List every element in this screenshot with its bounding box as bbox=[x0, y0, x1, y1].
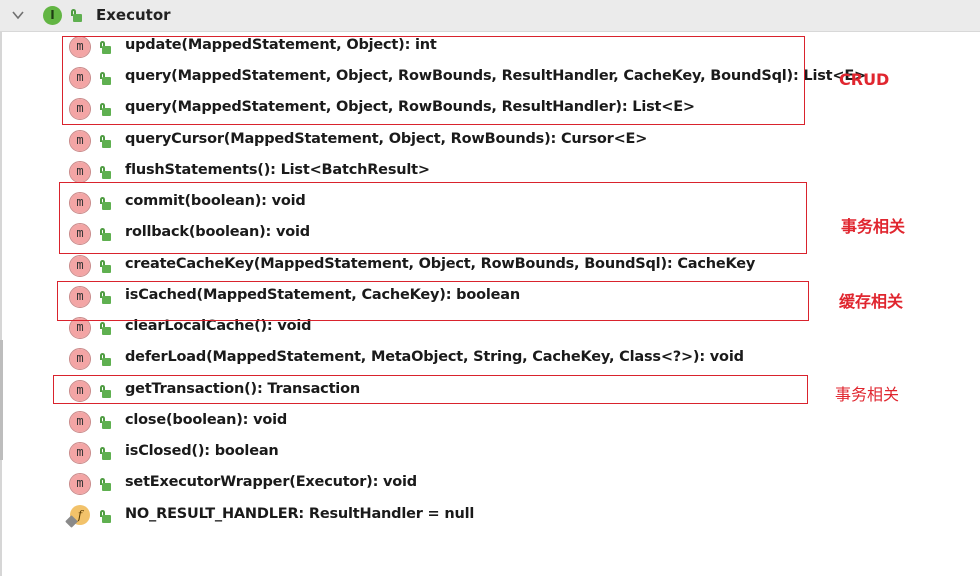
panel-scroll-marker bbox=[0, 340, 3, 460]
method-signature: close(boolean): void bbox=[125, 412, 288, 428]
transaction-highlight-box-2 bbox=[53, 375, 808, 404]
member-row[interactable]: m deferLoad(MappedStatement, MetaObject,… bbox=[66, 347, 826, 373]
transaction-highlight-box bbox=[59, 182, 807, 254]
method-signature: createCacheKey(MappedStatement, Object, … bbox=[125, 256, 756, 272]
transaction-annotation-2: 事务相关 bbox=[835, 385, 900, 404]
cache-annotation: 缓存相关 bbox=[839, 292, 904, 311]
public-lock-icon bbox=[100, 260, 111, 273]
public-lock-icon bbox=[100, 416, 111, 429]
public-lock-icon bbox=[100, 510, 111, 523]
member-row[interactable]: m setExecutorWrapper(Executor): void bbox=[66, 472, 826, 498]
chevron-down-icon[interactable] bbox=[11, 8, 25, 22]
method-signature: isClosed(): boolean bbox=[125, 443, 279, 459]
method-icon: m bbox=[69, 255, 91, 277]
public-lock-icon bbox=[100, 478, 111, 491]
public-lock-icon bbox=[100, 353, 111, 366]
method-icon: m bbox=[69, 130, 91, 152]
method-icon: m bbox=[69, 348, 91, 370]
public-lock-icon bbox=[100, 166, 111, 179]
method-icon: m bbox=[69, 161, 91, 183]
interface-title: Executor bbox=[96, 6, 171, 24]
method-icon: m bbox=[69, 442, 91, 464]
panel-border bbox=[0, 32, 2, 576]
public-lock-icon bbox=[100, 135, 111, 148]
public-lock-icon bbox=[100, 447, 111, 460]
member-row[interactable]: m close(boolean): void bbox=[66, 410, 826, 436]
public-lock-icon bbox=[100, 322, 111, 335]
crud-highlight-box bbox=[62, 36, 805, 125]
method-signature: deferLoad(MappedStatement, MetaObject, S… bbox=[125, 349, 744, 365]
transaction-annotation: 事务相关 bbox=[841, 217, 906, 236]
member-row[interactable]: f NO_RESULT_HANDLER: ResultHandler = nul… bbox=[65, 504, 826, 530]
method-icon: m bbox=[69, 411, 91, 433]
method-signature: setExecutorWrapper(Executor): void bbox=[125, 474, 417, 490]
tree-node-executor[interactable]: I Executor bbox=[0, 0, 980, 32]
method-signature: flushStatements(): List<BatchResult> bbox=[125, 162, 430, 178]
crud-annotation: CRUD bbox=[839, 70, 890, 89]
member-row[interactable]: m createCacheKey(MappedStatement, Object… bbox=[66, 254, 826, 280]
member-row[interactable]: m isClosed(): boolean bbox=[66, 441, 826, 467]
method-signature: queryCursor(MappedStatement, Object, Row… bbox=[125, 131, 648, 147]
member-row[interactable]: m queryCursor(MappedStatement, Object, R… bbox=[66, 129, 826, 155]
interface-icon: I bbox=[43, 6, 62, 25]
field-signature: NO_RESULT_HANDLER: ResultHandler = null bbox=[125, 506, 475, 522]
method-icon: m bbox=[69, 317, 91, 339]
public-lock-icon bbox=[71, 9, 82, 22]
cache-highlight-box bbox=[57, 281, 809, 321]
method-icon: m bbox=[69, 473, 91, 495]
